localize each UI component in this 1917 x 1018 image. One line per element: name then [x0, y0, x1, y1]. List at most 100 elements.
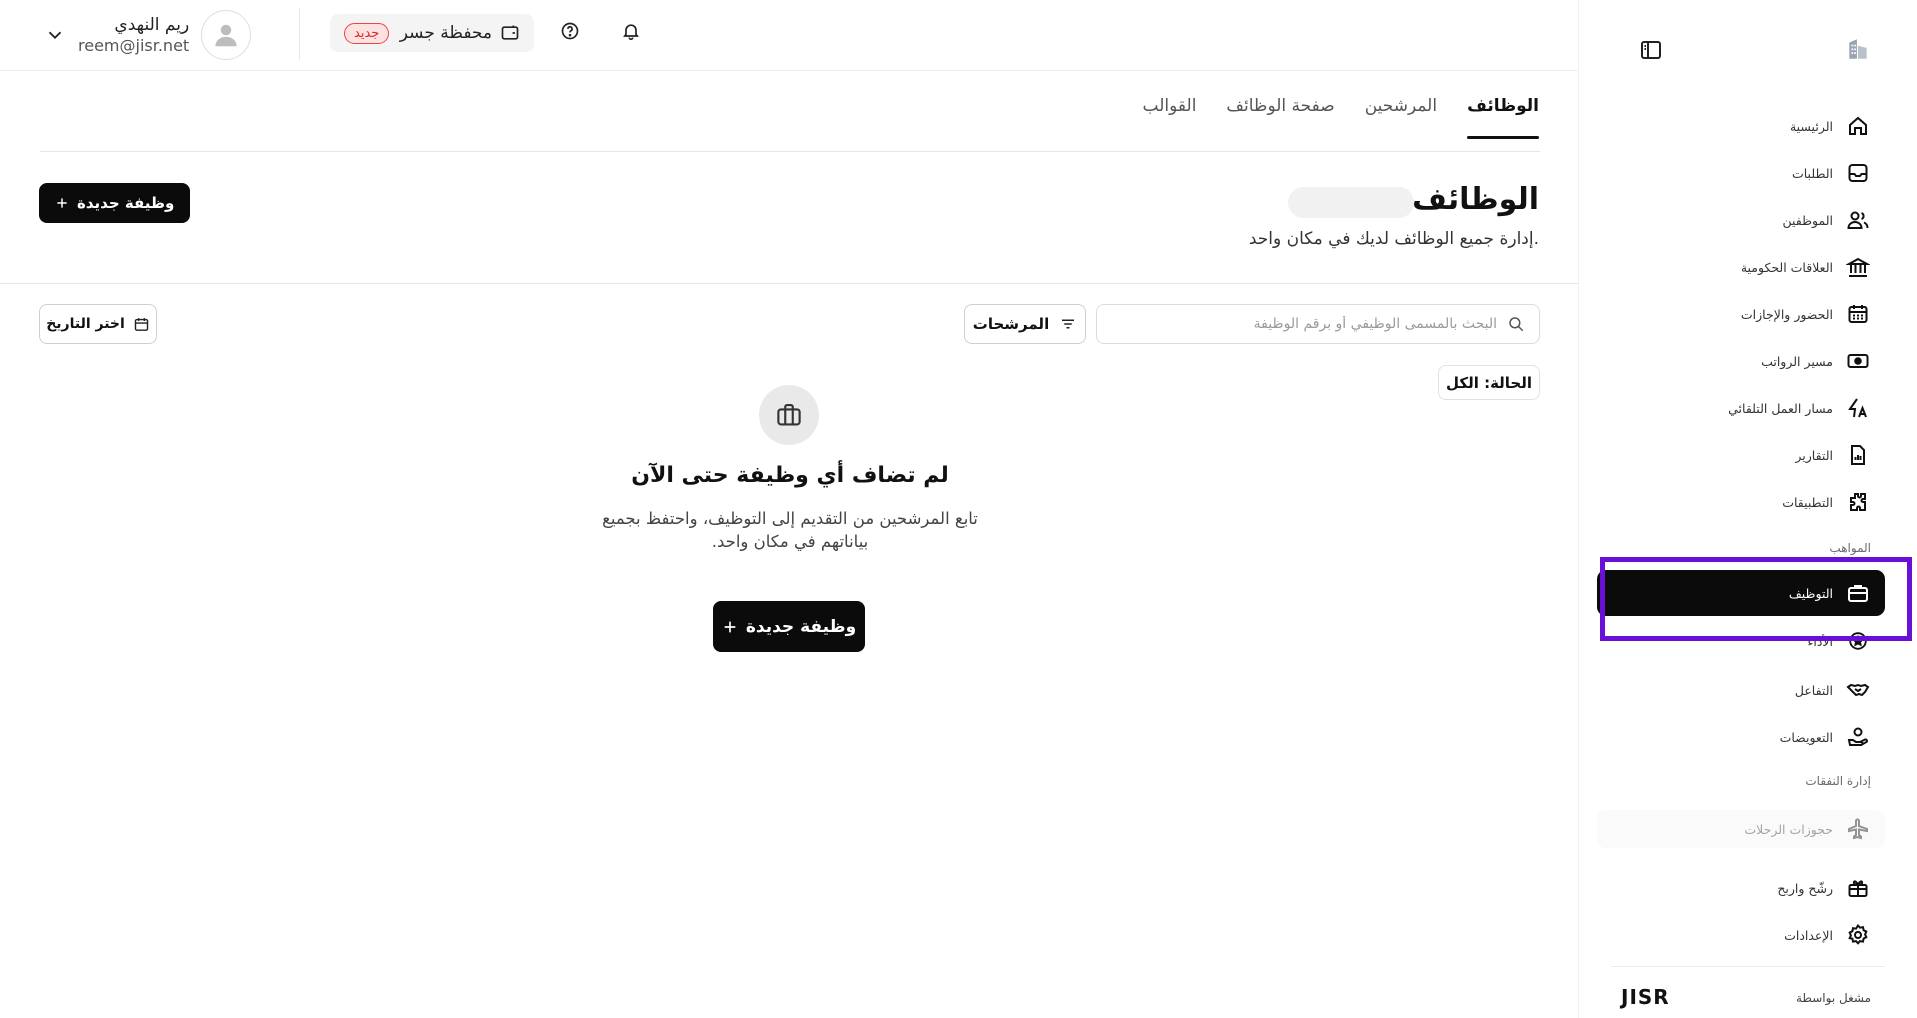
star-icon [1845, 628, 1871, 654]
empty-state-title: لم تضاف أي وظيفة حتى الآن [631, 463, 949, 488]
sidebar-item-refer-earn[interactable]: رشّح واربح [1597, 868, 1885, 908]
new-job-button[interactable]: وظيفة جديدة [39, 183, 191, 223]
bank-icon [1845, 254, 1871, 280]
gift-icon [1845, 875, 1871, 901]
sidebar: الرئيسية الطلبات الموظفين العلاقات الحكو… [1578, 0, 1917, 1018]
date-label: اختر التاريخ [46, 316, 125, 332]
empty-state-button-label: وظيفة جديدة [745, 616, 857, 637]
new-badge: جديد [344, 22, 390, 44]
sidebar-item-label: التوظيف [1788, 585, 1833, 601]
status-filter-chip[interactable]: الحالة: الكل [1438, 365, 1540, 400]
plus-icon [55, 196, 69, 210]
sidebar-item-label: العلاقات الحكومية [1740, 259, 1833, 275]
sidebar-item-employees[interactable]: الموظفين [1597, 200, 1885, 240]
sidebar-item-label: الحضور والإجازات [1740, 306, 1833, 322]
sidebar-item-label: الموظفين [1782, 212, 1833, 228]
settings-icon [1845, 922, 1871, 948]
empty-state-new-job-button[interactable]: وظيفة جديدة [713, 601, 865, 652]
sidebar-heading-talent: المواهب [1829, 541, 1871, 555]
briefcase-icon [1845, 580, 1871, 606]
sidebar-item-label: رشّح واربح [1777, 880, 1833, 896]
calendar-icon [133, 316, 150, 333]
sidebar-item-label: الرئيسية [1789, 118, 1833, 134]
sidebar-item-home[interactable]: الرئيسية [1597, 106, 1885, 146]
sidebar-item-label: مسير الرواتب [1761, 353, 1833, 369]
calendar-icon [1845, 301, 1871, 327]
automation-icon [1845, 395, 1871, 421]
sidebar-item-label: الطلبات [1791, 165, 1833, 181]
home-icon [1845, 113, 1871, 139]
sidebar-top [1611, 34, 1885, 64]
wallet-label: محفظة جسر [399, 23, 492, 43]
chevron-down-icon[interactable] [44, 24, 66, 46]
inbox-icon [1845, 160, 1871, 186]
sidebar-item-label: الأداء [1807, 633, 1833, 649]
filters-button[interactable]: المرشحات [964, 304, 1086, 344]
top-bar: ريم النهدي reem@jisr.net محفظة جسر جديد [0, 0, 1578, 71]
sidebar-item-label: التعويضات [1779, 729, 1833, 745]
search-input[interactable] [1111, 305, 1497, 343]
jobs-tabs: الوظائف المرشحين صفحة الوظائف القوالب [1143, 96, 1539, 139]
avatar[interactable] [201, 10, 252, 60]
sidebar-item-label: التطبيقات [1782, 494, 1833, 510]
content-divider [0, 283, 1578, 284]
sidebar-item-apps[interactable]: التطبيقات [1597, 482, 1885, 522]
puzzle-icon [1845, 489, 1871, 515]
sidebar-heading-expenses: إدارة النفقات [1805, 774, 1871, 788]
search-box [1096, 304, 1540, 344]
wallet-icon [500, 23, 520, 43]
user-info: ريم النهدي reem@jisr.net [78, 15, 189, 55]
sidebar-item-label: حجوزات الرحلات [1744, 821, 1833, 837]
empty-state-description: تابع المرشحين من التقديم إلى التوظيف، وا… [602, 509, 978, 552]
tab-candidates[interactable]: المرشحين [1365, 96, 1437, 136]
user-email: reem@jisr.net [78, 35, 190, 55]
jisr-wallet-button[interactable]: محفظة جسر جديد [330, 14, 534, 52]
sidebar-item-label: مسار العمل التلقائي [1728, 400, 1833, 416]
handshake-icon [1845, 677, 1871, 703]
company-logo-icon [1845, 36, 1871, 62]
sidebar-item-automation[interactable]: مسار العمل التلقائي [1597, 388, 1885, 428]
briefcase-icon [759, 385, 819, 445]
users-icon [1845, 207, 1871, 233]
filter-icon [1059, 315, 1077, 333]
tab-jobs[interactable]: الوظائف [1467, 96, 1539, 139]
filters-label: المرشحات [972, 315, 1050, 333]
tabs-divider [40, 151, 1540, 152]
search-icon [1507, 315, 1525, 333]
sidebar-item-recruitment[interactable]: التوظيف [1597, 570, 1885, 616]
date-picker-button[interactable]: اختر التاريخ [39, 304, 157, 344]
sidebar-item-compensation[interactable]: التعويضات [1597, 717, 1885, 757]
header-divider [299, 8, 300, 60]
sidebar-item-label: الإعدادات [1784, 927, 1833, 943]
sidebar-item-requests[interactable]: الطلبات [1597, 153, 1885, 193]
sidebar-item-label: التقارير [1795, 447, 1833, 463]
page-subtitle: إدارة جميع الوظائف لديك في مكان واحد. [1248, 229, 1539, 249]
report-icon [1845, 442, 1871, 468]
tab-templates[interactable]: القوالب [1143, 96, 1197, 136]
tab-careers-page[interactable]: صفحة الوظائف [1226, 96, 1334, 136]
cash-icon [1845, 348, 1871, 374]
user-name: ريم النهدي [114, 15, 190, 36]
sidebar-item-attendance[interactable]: الحضور والإجازات [1597, 294, 1885, 334]
page-title: الوظائف [1412, 182, 1539, 217]
sidebar-item-reports[interactable]: التقارير [1597, 435, 1885, 475]
sidebar-item-travel-bookings[interactable]: حجوزات الرحلات [1597, 810, 1885, 848]
new-job-label: وظيفة جديدة [77, 194, 175, 212]
sidebar-item-performance[interactable]: الأداء [1597, 624, 1885, 658]
plane-icon [1845, 816, 1871, 842]
jisr-logo: JISR [1621, 985, 1670, 1009]
sidebar-item-payroll[interactable]: مسير الرواتب [1597, 341, 1885, 381]
hand-coin-icon [1845, 724, 1871, 750]
sidebar-footer: مشغل بواسطة JISR [1611, 966, 1885, 1018]
sidebar-item-engagement[interactable]: التفاعل [1597, 670, 1885, 710]
user-menu[interactable]: ريم النهدي reem@jisr.net [44, 10, 252, 60]
count-placeholder-pill [1288, 187, 1414, 218]
sidebar-item-label: التفاعل [1794, 682, 1833, 698]
powered-by-text: مشغل بواسطة [1795, 991, 1871, 1005]
plus-icon [722, 619, 738, 635]
bell-icon[interactable] [621, 21, 641, 41]
sidebar-toggle-icon[interactable] [1639, 38, 1663, 62]
help-icon[interactable] [560, 21, 580, 41]
sidebar-item-settings[interactable]: الإعدادات [1597, 915, 1885, 955]
sidebar-item-government-relations[interactable]: العلاقات الحكومية [1597, 247, 1885, 287]
